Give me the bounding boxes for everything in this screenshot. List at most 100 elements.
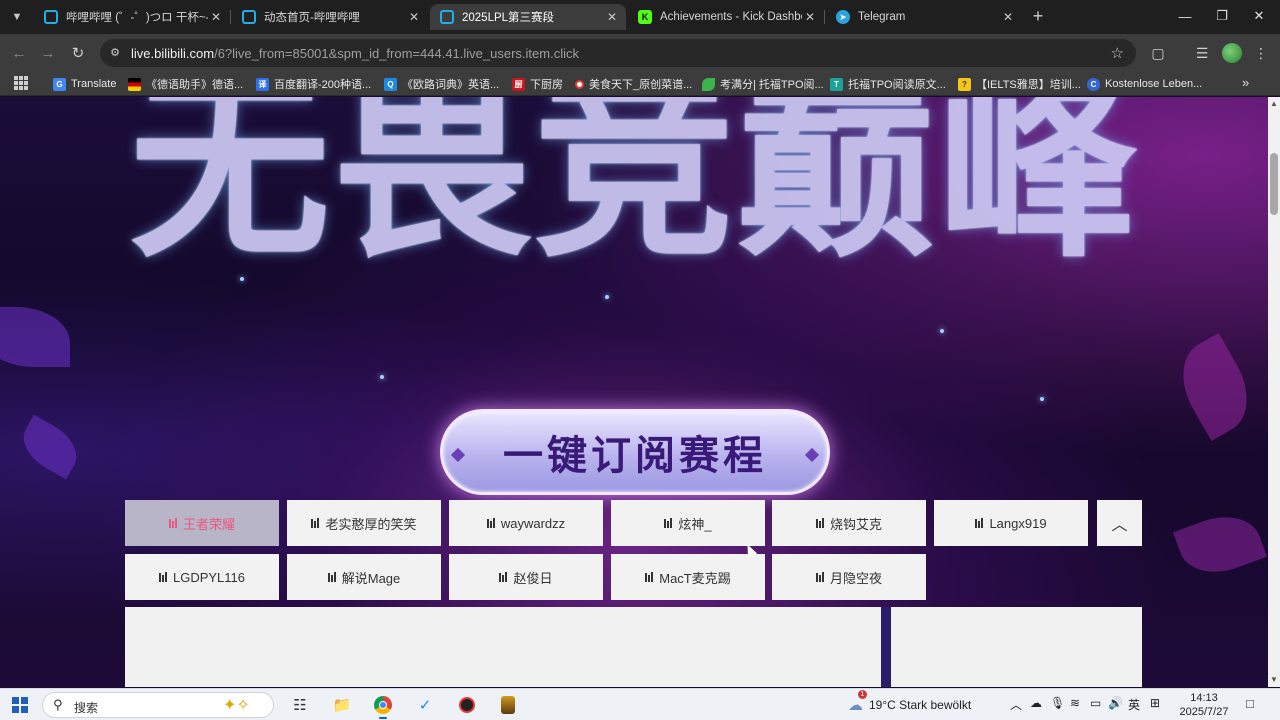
notification-icon[interactable]: □ xyxy=(1246,696,1254,711)
chevron-up-icon[interactable]: ︿ xyxy=(1010,696,1022,713)
task-view-icon[interactable]: ☷ xyxy=(288,693,312,717)
decor-sparkle xyxy=(1040,397,1044,401)
tab-bilibili-home[interactable]: 哔哩哔哩 (゜-゜)つロ 干杯~-bili ✕ xyxy=(34,4,230,30)
bookmark-meishi[interactable]: 美食天下_原创菜谱... xyxy=(575,75,692,93)
new-tab-button[interactable]: + xyxy=(1028,6,1048,26)
chevron-right-icon[interactable]: » xyxy=(1242,75,1249,90)
live-bars-icon xyxy=(327,572,336,582)
live-bars-icon xyxy=(664,518,673,528)
live-bars-icon xyxy=(158,572,167,582)
bilibili-icon xyxy=(44,10,58,24)
streamer-button[interactable]: waywardzz xyxy=(449,500,603,546)
ielts-icon: ? xyxy=(958,77,971,91)
tab-divider xyxy=(230,10,231,24)
menu-icon[interactable]: ⋮ xyxy=(1250,42,1272,64)
player-divider xyxy=(881,607,891,687)
streamer-button[interactable]: 烧钩艾克 xyxy=(772,500,926,546)
tab-title: Telegram xyxy=(858,11,906,23)
address-bar[interactable]: ⚙ live.bilibili.com/6?live_from=85001&sp… xyxy=(100,39,1136,67)
streamer-button[interactable]: MacT麦克踢 xyxy=(611,554,765,600)
chrome-icon[interactable] xyxy=(371,693,395,719)
maximize-button[interactable]: ❐ xyxy=(1207,4,1237,28)
streamer-button[interactable]: 炫神_ xyxy=(611,500,765,546)
bilibili-icon xyxy=(242,10,256,24)
streamer-button[interactable]: 解说Mage xyxy=(287,554,441,600)
cloud-icon: ☁ 1 xyxy=(848,690,867,714)
streamer-button[interactable]: 月隐空夜 xyxy=(772,554,926,600)
forward-button[interactable]: → xyxy=(37,42,59,64)
decor-sparkle xyxy=(940,329,944,333)
wifi-icon[interactable]: ≋ xyxy=(1070,696,1080,710)
bookmark-star-icon[interactable]: ☆ xyxy=(1111,44,1124,62)
tab-search-icon[interactable]: ▼ xyxy=(6,6,28,28)
tab-lpl-live[interactable]: 2025LPL第三赛段 ✕ xyxy=(430,4,626,30)
decor-sparkle xyxy=(380,375,384,379)
snipaste-icon[interactable]: ✓ xyxy=(413,693,437,717)
weather-widget[interactable]: ☁ 1 19°C Stark bewölkt xyxy=(848,690,971,714)
search-icon: ⚲ xyxy=(53,697,63,712)
window-close-button[interactable]: ✕ xyxy=(1244,4,1274,28)
ime-mode-icon[interactable]: ⊞ xyxy=(1150,696,1160,710)
minimize-button[interactable]: — xyxy=(1170,4,1200,28)
kostenlose-icon: C xyxy=(1087,77,1100,91)
app2-icon[interactable] xyxy=(496,693,520,717)
collapse-button[interactable]: ︿ xyxy=(1097,500,1142,546)
video-player[interactable] xyxy=(125,607,881,687)
extensions-icon[interactable]: ▢ xyxy=(1147,42,1169,64)
decor-leaf xyxy=(0,307,70,367)
bilibili-icon xyxy=(440,10,454,24)
app-icon[interactable] xyxy=(455,693,479,717)
scroll-down-icon[interactable]: ▼ xyxy=(1268,675,1280,685)
streamer-button[interactable]: 王者荣耀 xyxy=(125,500,279,546)
onedrive-icon[interactable]: ☁ xyxy=(1030,696,1042,710)
streamer-button[interactable]: 老实憨厚的笑笑 xyxy=(287,500,441,546)
site-info-icon[interactable]: ⚙ xyxy=(108,46,122,60)
taskbar-search[interactable]: ⚲ 搜索 ✦✧ xyxy=(42,692,274,718)
bookmark-ielts[interactable]: ? 【IELTS雅思】培训... xyxy=(958,75,1081,93)
bookmark-kostenlose[interactable]: C Kostenlose Leben... xyxy=(1087,75,1202,93)
scroll-up-icon[interactable]: ▲ xyxy=(1268,99,1280,109)
close-icon[interactable]: ✕ xyxy=(1000,10,1016,24)
file-explorer-icon[interactable]: 📁 xyxy=(330,693,354,717)
kaomanfen-icon xyxy=(702,77,715,91)
bookmark-translate[interactable]: G Translate xyxy=(53,75,116,93)
bookmark-xiachufang[interactable]: 厨下厨房 xyxy=(512,75,563,93)
battery-icon[interactable]: ▭ xyxy=(1090,696,1101,710)
bookmark-kaomanfen[interactable]: 考满分| 托福TPO阅... xyxy=(702,75,824,93)
live-bars-icon xyxy=(486,518,495,528)
subscribe-schedule-button[interactable]: 一键订阅赛程 xyxy=(440,409,830,495)
translate-icon: G xyxy=(53,77,66,91)
volume-icon[interactable]: 🔊 xyxy=(1108,696,1123,710)
reload-button[interactable]: ↻ xyxy=(67,42,89,64)
microphone-icon[interactable]: 🎙 xyxy=(1050,696,1065,710)
streamer-button[interactable]: LGDPYL116 xyxy=(125,554,279,600)
apps-grid-icon[interactable] xyxy=(14,76,28,90)
close-icon[interactable]: ✕ xyxy=(802,10,818,24)
clock[interactable]: 14:13 2025/7/27 xyxy=(1172,691,1236,719)
close-icon[interactable]: ✕ xyxy=(208,10,224,24)
media-control-icon[interactable]: ☰ xyxy=(1191,42,1213,64)
profile-avatar[interactable] xyxy=(1222,43,1242,63)
back-button[interactable]: ← xyxy=(8,42,30,64)
bookmark-baidu-translate[interactable]: 译百度翻译-200种语... xyxy=(256,75,371,93)
tab-kick-dashboard[interactable]: K Achievements - Kick Dashboard ✕ xyxy=(628,4,824,30)
streamer-button[interactable]: 赵俊日 xyxy=(449,554,603,600)
scrollbar-thumb[interactable] xyxy=(1270,153,1278,215)
windows-start-icon[interactable] xyxy=(12,697,28,713)
tab-title: Achievements - Kick Dashboard xyxy=(660,11,802,23)
close-icon[interactable]: ✕ xyxy=(406,10,422,24)
tab-bilibili-dynamic[interactable]: 动态首页-哔哩哔哩 ✕ xyxy=(232,4,428,30)
eudic-icon: Q xyxy=(384,77,397,91)
streamer-button[interactable]: Langx919 xyxy=(934,500,1088,546)
bookmark-eudic[interactable]: Q 《欧路词典》英语... xyxy=(384,75,499,93)
chat-panel[interactable] xyxy=(891,607,1142,687)
copilot-sparkle-icon: ✦✧ xyxy=(223,697,250,714)
close-icon[interactable]: ✕ xyxy=(604,10,620,24)
bookmark-dehelper[interactable]: 《德语助手》德语... xyxy=(128,75,243,93)
tab-strip: ▼ 哔哩哔哩 (゜-゜)つロ 干杯~-bili ✕ 动态首页-哔哩哔哩 ✕ 20… xyxy=(0,0,1280,34)
tab-telegram[interactable]: ➤ Telegram ✕ xyxy=(826,4,1022,30)
bookmark-tpo[interactable]: T 托福TPO阅读原文... xyxy=(830,75,946,93)
ime-language[interactable]: 英 xyxy=(1128,696,1140,713)
telegram-icon: ➤ xyxy=(836,10,850,24)
live-bars-icon xyxy=(168,518,177,528)
